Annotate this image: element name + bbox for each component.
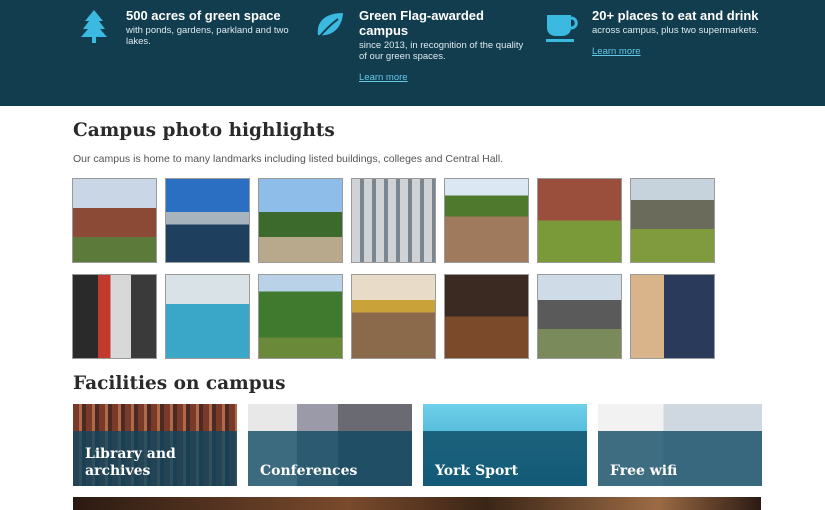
features-band: 500 acres of green space with ponds, gar… (0, 0, 825, 106)
photo-thumbnail[interactable] (537, 178, 622, 263)
photo-thumbnail[interactable] (630, 274, 715, 359)
feature-description: with ponds, gardens, parkland and two la… (126, 25, 289, 47)
photo-thumbnail[interactable] (72, 178, 157, 263)
facilities-heading: Facilities on campus (73, 373, 286, 394)
photo-thumbnail[interactable] (351, 178, 436, 263)
leaf-icon (315, 13, 343, 42)
facility-tile-conferences[interactable]: Conferences (248, 404, 412, 486)
feature-description: since 2013, in recognition of the qualit… (359, 40, 524, 62)
facility-label: Conferences (260, 463, 358, 479)
photo-thumbnail[interactable] (630, 178, 715, 263)
learn-more-link[interactable]: Learn more (359, 72, 529, 83)
facility-label: Library and archives (85, 446, 176, 479)
photo-thumbnail[interactable] (537, 274, 622, 359)
learn-more-link[interactable]: Learn more (592, 46, 762, 57)
facility-label: Free wifi (610, 463, 678, 479)
photo-thumbnail[interactable] (444, 178, 529, 263)
feature-description: across campus, plus two supermarkets. (592, 25, 759, 36)
facility-label: York Sport (435, 463, 519, 479)
facility-tile-library[interactable]: Library and archives (73, 404, 237, 486)
feature-title: 500 acres of green space (126, 8, 281, 23)
photo-thumbnail[interactable] (258, 274, 343, 359)
photo-thumbnail[interactable] (72, 274, 157, 359)
photo-highlights-intro: Our campus is home to many landmarks inc… (73, 153, 504, 165)
facility-tile-free-wifi[interactable]: Free wifi (598, 404, 762, 486)
coffee-cup-icon (546, 15, 578, 42)
photo-thumbnail[interactable] (165, 274, 250, 359)
tree-icon (81, 10, 107, 43)
feature-title: 20+ places to eat and drink (592, 8, 759, 23)
facility-tile-york-sport[interactable]: York Sport (423, 404, 587, 486)
photo-thumbnail[interactable] (444, 274, 529, 359)
feature-title: Green Flag-awarded campus (359, 8, 484, 38)
photo-thumbnail[interactable] (258, 178, 343, 263)
photo-highlights-heading: Campus photo highlights (73, 120, 335, 141)
photo-thumbnail[interactable] (165, 178, 250, 263)
photo-thumbnail[interactable] (351, 274, 436, 359)
banner-image (73, 497, 761, 510)
